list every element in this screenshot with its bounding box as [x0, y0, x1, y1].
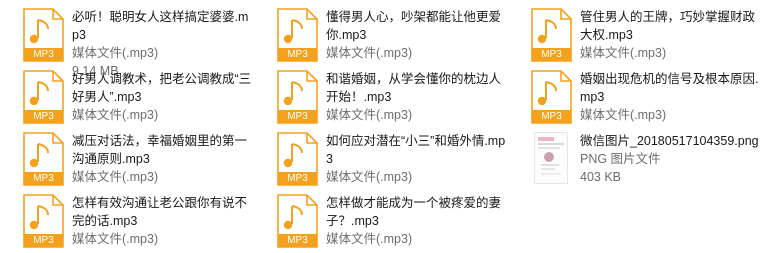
file-name: 减压对话法，幸福婚姻里的第一沟通原则.mp3 — [72, 134, 248, 166]
file-type: 媒体文件(.mp3) — [326, 170, 413, 184]
file-tile[interactable]: MP3 怎样做才能成为一个被疼爱的妻子？.mp3 媒体文件(.mp3) — [264, 190, 504, 248]
file-name: 好男人调教术，把老公调教成“三好男人”.mp3 — [72, 72, 252, 104]
file-tile[interactable]: MP3 管住男人的王牌，巧妙掌握财政大权.mp3 媒体文件(.mp3) — [518, 4, 758, 62]
file-type: 媒体文件(.mp3) — [326, 108, 413, 122]
file-tile[interactable]: 微信图片_20180517104359.png PNG 图片文件 403 KB — [518, 128, 759, 184]
file-name: 如何应对潜在“小三”和婚外情.mp3 — [326, 134, 506, 166]
file-grid: MP3 必听！聪明女人这样搞定婆婆.mp3 媒体文件(.mp3) 9.14 MB… — [0, 0, 781, 253]
file-tile[interactable]: MP3 和谐婚姻，从学会懂你的枕边人开始！.mp3 媒体文件(.mp3) — [264, 66, 504, 124]
mp3-file-icon: MP3 — [274, 194, 320, 248]
mp3-file-icon: MP3 — [274, 70, 320, 124]
file-name: 管住男人的王牌，巧妙掌握财政大权.mp3 — [580, 10, 756, 42]
file-type: 媒体文件(.mp3) — [580, 46, 667, 60]
mp3-file-icon: MP3 — [274, 8, 320, 62]
file-type: PNG 图片文件 — [580, 152, 661, 166]
file-name: 怎样做才能成为一个被疼爱的妻子？.mp3 — [326, 196, 502, 228]
file-tile[interactable]: MP3 好男人调教术，把老公调教成“三好男人”.mp3 媒体文件(.mp3) — [10, 66, 252, 124]
file-tile[interactable]: MP3 如何应对潜在“小三”和婚外情.mp3 媒体文件(.mp3) — [264, 128, 506, 186]
file-name: 和谐婚姻，从学会懂你的枕边人开始！.mp3 — [326, 72, 502, 104]
file-type: 媒体文件(.mp3) — [580, 108, 667, 122]
mp3-file-icon: MP3 — [20, 132, 66, 186]
image-thumbnail-icon — [534, 132, 568, 184]
mp3-file-icon: MP3 — [528, 8, 574, 62]
file-type: 媒体文件(.mp3) — [72, 108, 159, 122]
file-type: 媒体文件(.mp3) — [72, 46, 159, 60]
mp3-file-icon: MP3 — [528, 70, 574, 124]
file-type: 媒体文件(.mp3) — [72, 232, 159, 246]
file-type: 媒体文件(.mp3) — [72, 170, 159, 184]
file-name: 婚姻出现危机的信号及根本原因.mp3 — [580, 72, 759, 104]
mp3-file-icon: MP3 — [20, 194, 66, 248]
file-name: 怎样有效沟通让老公跟你有说不完的话.mp3 — [72, 196, 248, 228]
file-size: 403 KB — [580, 170, 622, 184]
file-tile[interactable]: MP3 减压对话法，幸福婚姻里的第一沟通原则.mp3 媒体文件(.mp3) — [10, 128, 250, 186]
file-name: 懂得男人心，吵架都能让他更爱你.mp3 — [326, 10, 502, 42]
mp3-file-icon: MP3 — [274, 132, 320, 186]
mp3-file-icon: MP3 — [20, 70, 66, 124]
file-type: 媒体文件(.mp3) — [326, 46, 413, 60]
file-type: 媒体文件(.mp3) — [326, 232, 413, 246]
file-name: 必听！聪明女人这样搞定婆婆.mp3 — [72, 10, 249, 42]
mp3-file-icon: MP3 — [20, 8, 66, 62]
file-name: 微信图片_20180517104359.png — [580, 134, 759, 148]
file-tile[interactable]: MP3 必听！聪明女人这样搞定婆婆.mp3 媒体文件(.mp3) 9.14 MB — [10, 4, 250, 78]
file-tile[interactable]: MP3 怎样有效沟通让老公跟你有说不完的话.mp3 媒体文件(.mp3) — [10, 190, 250, 248]
file-tile[interactable]: MP3 懂得男人心，吵架都能让他更爱你.mp3 媒体文件(.mp3) — [264, 4, 504, 62]
file-tile[interactable]: MP3 婚姻出现危机的信号及根本原因.mp3 媒体文件(.mp3) — [518, 66, 759, 124]
